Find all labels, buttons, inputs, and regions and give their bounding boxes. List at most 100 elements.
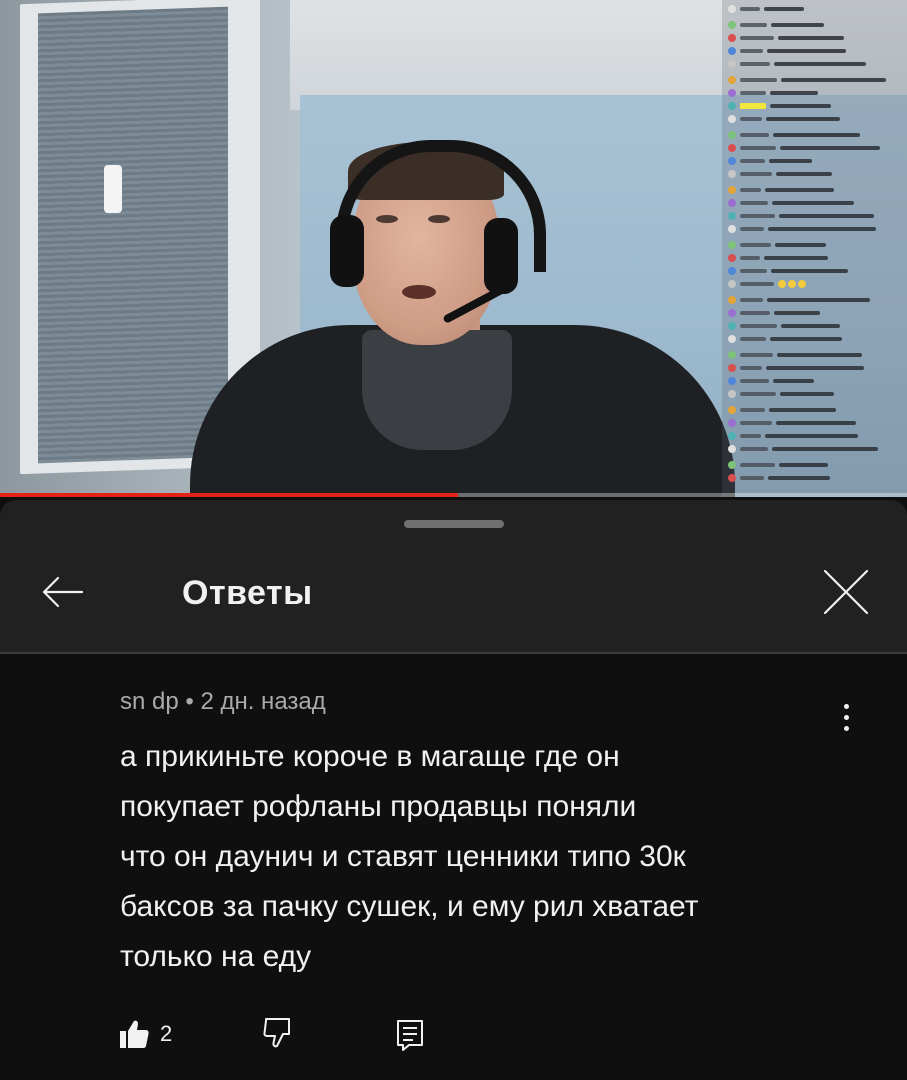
thumbs-down-icon [263,1018,290,1048]
chat-text [772,447,878,451]
chat-message [728,33,898,43]
comment-text-line: а прикиньте короче в магаще где он [120,740,620,773]
chat-message [728,363,898,373]
chat-emoji-row [778,280,806,288]
chat-message [728,75,898,85]
reply-button[interactable] [395,1018,425,1057]
video-window-blinds [38,6,228,464]
chat-message [728,334,898,344]
video-progress-bar[interactable] [0,493,907,497]
chat-message [728,240,898,250]
chat-text [765,434,858,438]
chat-text [779,463,828,467]
chat-message [728,350,898,360]
chat-avatar [728,309,736,317]
chat-text [768,476,830,480]
chat-avatar [728,60,736,68]
chat-avatar [728,445,736,453]
thumbs-up-icon [120,1020,149,1048]
chat-text [769,408,836,412]
chat-username [740,188,761,192]
chat-text [770,91,818,95]
chat-message [728,169,898,179]
chat-username [740,243,771,247]
dislike-button[interactable] [262,1016,296,1055]
chat-avatar [728,419,736,427]
chat-message [728,405,898,415]
chat-text [771,269,848,273]
chat-username [740,146,776,150]
comment-text: а прикиньте короче в магаще где он покуп… [120,732,820,982]
reply-icon [397,1020,423,1051]
chat-message [728,460,898,470]
chat-username [740,227,764,231]
sheet-drag-handle[interactable] [404,520,504,528]
comment-text-line: баксов за пачку сушек, и ему рил хватает [120,890,699,923]
back-button[interactable] [36,566,88,618]
chat-avatar [728,406,736,414]
comment-text-line: что он даунич и ставят ценники типо 30к [120,840,686,873]
chat-text [767,49,846,53]
chat-message [728,376,898,386]
chat-text [774,311,820,315]
chat-username [740,421,772,425]
chat-message [728,156,898,166]
chat-text [766,366,864,370]
chat-message [728,198,898,208]
chat-text [776,421,856,425]
chat-username [740,269,767,273]
chat-avatar [728,131,736,139]
chat-text [770,104,831,108]
chat-text [776,172,832,176]
chat-avatar [728,144,736,152]
chat-username [740,311,770,315]
more-vertical-icon[interactable] [826,692,866,742]
like-button[interactable]: 2 [118,1018,172,1050]
chat-avatar [728,474,736,482]
comment-actions: 2 [118,1014,438,1054]
chat-avatar [728,322,736,330]
chat-message [728,59,898,69]
chat-avatar [728,351,736,359]
chat-text [765,188,834,192]
chat-message [728,224,898,234]
chat-message [728,431,898,441]
chat-avatar [728,157,736,165]
video-player[interactable] [0,0,907,497]
chat-text [764,7,804,11]
comment-text-line: только на еду [120,940,312,973]
video-window-handle [104,165,122,213]
chat-message [728,101,898,111]
close-button[interactable] [816,562,876,622]
chat-text [777,353,862,357]
chat-avatar [728,432,736,440]
chat-avatar [728,199,736,207]
chat-avatar [728,102,736,110]
chat-text [767,298,870,302]
video-progress-fill [0,493,459,497]
chat-username [740,366,762,370]
chat-message [728,143,898,153]
like-count: 2 [160,1021,173,1046]
chat-username [740,91,766,95]
chat-username [740,201,768,205]
chat-username [740,214,775,218]
chat-text [779,214,874,218]
chat-username [740,434,761,438]
chat-text [773,379,814,383]
chat-avatar [728,21,736,29]
chat-message [728,88,898,98]
chat-avatar [728,225,736,233]
emoji-icon [798,280,806,288]
chat-username [740,159,765,163]
chat-username [740,463,775,467]
replies-sheet: Ответы sn dp • 2 дн. назад а прикиньте к… [0,500,907,1080]
chat-message [728,308,898,318]
comment-text-line: покупает рофланы продавцы поняли [120,790,637,823]
chat-message [728,4,898,14]
chat-avatar [728,186,736,194]
chat-text [771,23,824,27]
chat-message [728,418,898,428]
chat-username [740,7,760,11]
chat-username [740,298,763,302]
